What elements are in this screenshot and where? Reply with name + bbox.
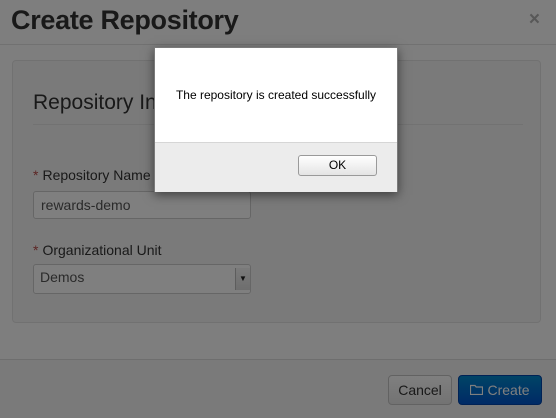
alert-footer: OK	[155, 142, 397, 192]
create-repository-screen: Create Repository × Repository Informati…	[0, 0, 556, 418]
alert-message: The repository is created successfully	[175, 88, 377, 102]
alert-body: The repository is created successfully	[155, 48, 397, 142]
success-alert-dialog: The repository is created successfully O…	[154, 47, 398, 192]
ok-button[interactable]: OK	[298, 155, 377, 176]
